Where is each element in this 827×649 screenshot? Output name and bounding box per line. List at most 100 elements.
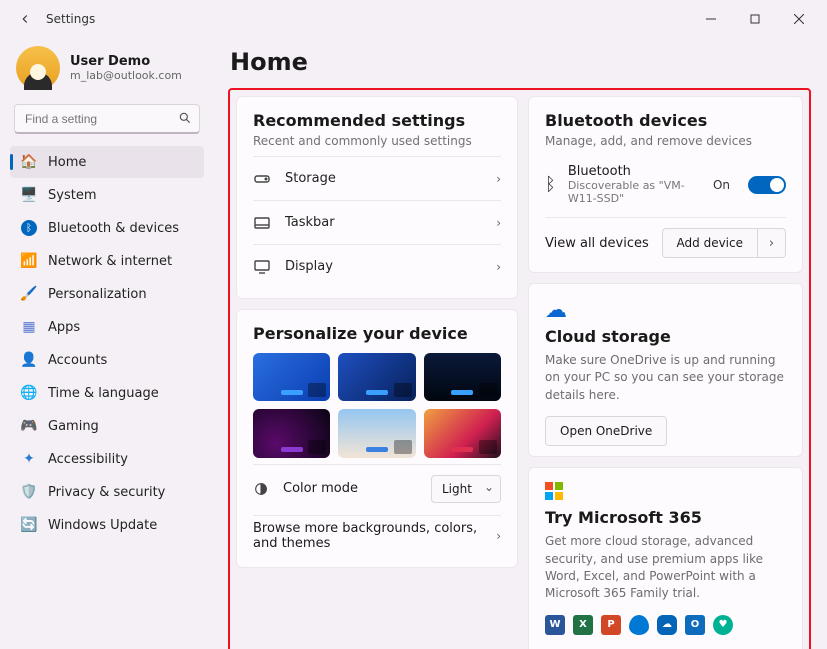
recommended-taskbar[interactable]: Taskbar › — [253, 200, 501, 244]
nav-network[interactable]: 📶 Network & internet — [10, 245, 204, 277]
nav-label: Accounts — [48, 353, 107, 368]
nav-label: System — [48, 188, 96, 203]
apps-icon: ▦ — [20, 318, 38, 336]
bluetooth-icon: ᛒ — [20, 219, 38, 237]
search-input[interactable] — [14, 104, 200, 134]
user-name: User Demo — [70, 54, 182, 69]
nav-system[interactable]: 🖥️ System — [10, 179, 204, 211]
chevron-right-icon: › — [496, 260, 501, 274]
add-device-button[interactable]: Add device — [662, 228, 758, 258]
m365-card: Try Microsoft 365 Get more cloud storage… — [528, 467, 803, 649]
nav-gaming[interactable]: 🎮 Gaming — [10, 410, 204, 442]
minimize-button[interactable] — [689, 4, 733, 34]
nav-accounts[interactable]: 👤 Accounts — [10, 344, 204, 376]
globe-icon: 🌐 — [20, 384, 38, 402]
cloud-title: Cloud storage — [545, 327, 786, 346]
cloud-desc: Make sure OneDrive is up and running on … — [545, 352, 786, 404]
brush-icon: 🖌️ — [20, 285, 38, 303]
chevron-right-icon: › — [496, 172, 501, 186]
bluetooth-subtitle: Manage, add, and remove devices — [545, 134, 786, 148]
nav-privacy[interactable]: 🛡️ Privacy & security — [10, 476, 204, 508]
maximize-button[interactable] — [733, 4, 777, 34]
defender-icon — [629, 615, 649, 635]
cloud-storage-card: ☁ Cloud storage Make sure OneDrive is up… — [528, 283, 803, 457]
color-mode-row: Color mode Light — [253, 464, 501, 509]
nav-label: Windows Update — [48, 518, 157, 533]
recommended-display[interactable]: Display › — [253, 244, 501, 288]
nav-label: Personalization — [48, 287, 147, 302]
user-email: m_lab@outlook.com — [70, 69, 182, 82]
nav-personalization[interactable]: 🖌️ Personalization — [10, 278, 204, 310]
recommended-title: Recommended settings — [253, 111, 501, 130]
microsoft-logo-icon — [545, 482, 786, 500]
nav-update[interactable]: 🔄 Windows Update — [10, 509, 204, 541]
recommended-card: Recommended settings Recent and commonly… — [236, 96, 518, 299]
page-title: Home — [230, 48, 811, 76]
nav-label: Gaming — [48, 419, 99, 434]
row-label: Storage — [285, 171, 482, 186]
search-icon — [178, 111, 192, 125]
titlebar: Settings — [0, 0, 827, 38]
nav-accessibility[interactable]: ✦ Accessibility — [10, 443, 204, 475]
theme-option-4[interactable] — [253, 409, 330, 457]
theme-option-6[interactable] — [424, 409, 501, 457]
nav-label: Accessibility — [48, 452, 128, 467]
theme-option-3[interactable] — [424, 353, 501, 401]
recommended-storage[interactable]: Storage › — [253, 156, 501, 200]
word-icon: W — [545, 615, 565, 635]
cloud-icon: ☁ — [545, 298, 786, 323]
bluetooth-discoverable: Discoverable as "VM-W11-SSD" — [568, 179, 701, 205]
outlook-icon: O — [685, 615, 705, 635]
sidebar: User Demo m_lab@outlook.com 🏠 Home 🖥️ Sy… — [0, 38, 212, 649]
system-icon: 🖥️ — [20, 186, 38, 204]
back-button[interactable] — [14, 12, 36, 26]
person-icon: 👤 — [20, 351, 38, 369]
browse-more-label: Browse more backgrounds, colors, and the… — [253, 521, 496, 551]
content: Home Recommended settings Recent and com… — [212, 38, 827, 649]
theme-option-5[interactable] — [338, 409, 415, 457]
nav-label: Privacy & security — [48, 485, 165, 500]
bluetooth-actions-row: View all devices Add device › — [545, 217, 786, 262]
color-mode-select[interactable]: Light — [431, 475, 501, 503]
personalize-title: Personalize your device — [253, 324, 501, 343]
row-label: Display — [285, 259, 482, 274]
add-device-chevron[interactable]: › — [758, 228, 786, 258]
view-all-devices[interactable]: View all devices — [545, 236, 652, 251]
onedrive-icon: ☁ — [657, 615, 677, 635]
shield-icon: 🛡️ — [20, 483, 38, 501]
bluetooth-card: Bluetooth devices Manage, add, and remov… — [528, 96, 803, 273]
theme-grid — [253, 353, 501, 458]
bluetooth-icon: ᛒ — [545, 174, 556, 195]
m365-title: Try Microsoft 365 — [545, 508, 786, 527]
avatar — [16, 46, 60, 90]
user-profile[interactable]: User Demo m_lab@outlook.com — [10, 42, 204, 104]
nav-label: Home — [48, 155, 86, 170]
browse-more-row[interactable]: Browse more backgrounds, colors, and the… — [253, 515, 501, 557]
nav-bluetooth[interactable]: ᛒ Bluetooth & devices — [10, 212, 204, 244]
nav-time-language[interactable]: 🌐 Time & language — [10, 377, 204, 409]
close-button[interactable] — [777, 4, 821, 34]
highlight-annotation: Recommended settings Recent and commonly… — [228, 88, 811, 649]
home-icon: 🏠 — [20, 153, 38, 171]
accessibility-icon: ✦ — [20, 450, 38, 468]
theme-option-2[interactable] — [338, 353, 415, 401]
row-label: Taskbar — [285, 215, 482, 230]
theme-option-1[interactable] — [253, 353, 330, 401]
nav-label: Bluetooth & devices — [48, 221, 179, 236]
gaming-icon: 🎮 — [20, 417, 38, 435]
toggle-label: On — [713, 178, 730, 192]
color-mode-label: Color mode — [283, 481, 419, 496]
nav-label: Network & internet — [48, 254, 172, 269]
bluetooth-name: Bluetooth — [568, 164, 701, 179]
color-mode-icon — [253, 481, 271, 497]
open-onedrive-button[interactable]: Open OneDrive — [545, 416, 667, 446]
update-icon: 🔄 — [20, 516, 38, 534]
bluetooth-toggle[interactable] — [748, 176, 786, 194]
chevron-right-icon: › — [496, 216, 501, 230]
storage-icon — [253, 173, 271, 185]
nav-home[interactable]: 🏠 Home — [10, 146, 204, 178]
taskbar-icon — [253, 217, 271, 229]
nav-apps[interactable]: ▦ Apps — [10, 311, 204, 343]
nav: 🏠 Home 🖥️ System ᛒ Bluetooth & devices 📶… — [10, 146, 204, 541]
window-title: Settings — [46, 12, 95, 26]
